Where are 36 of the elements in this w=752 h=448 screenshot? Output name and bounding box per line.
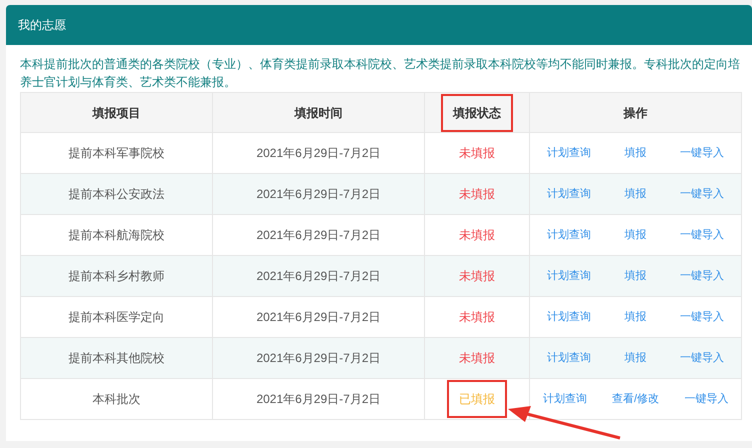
action-link[interactable]: 一键导入 [680,350,724,366]
column-header: 填报状态 [441,94,514,132]
action-link[interactable]: 一键导入 [680,144,724,162]
status-label: 未填报 [458,309,496,326]
status-label: 未填报 [458,350,496,367]
status-label: 未填报 [458,227,496,244]
column-header: 填报时间 [293,104,344,122]
action-link[interactable]: 填报 [624,308,647,326]
action-link[interactable]: 计划查询 [546,144,591,162]
action-link[interactable]: 一键导入 [680,268,724,284]
action-link[interactable]: 查看/修改 [612,390,660,408]
notice-text: 本科提前批次的普通类的各类院校（专业）、体育类提前录取本科院校、艺术类提前录取本科院校等均不能同时兼报。专科批次的定向培养士官计划与体育类、艺术类不能兼报。 [20,56,741,91]
action-link[interactable]: 计划查询 [542,390,587,408]
action-link[interactable]: 填报 [624,268,647,284]
status-label: 未填报 [458,268,496,285]
action-link[interactable]: 填报 [624,186,647,202]
status-label: 未填报 [458,186,496,203]
panel-title: 我的志愿 [18,17,66,34]
action-link[interactable]: 一键导入 [680,226,724,244]
action-link[interactable]: 计划查询 [546,268,591,284]
action-link[interactable]: 计划查询 [546,226,591,244]
action-link[interactable]: 计划查询 [546,186,591,202]
table-cell: 2021年6月29日-7月2日 [212,378,425,420]
column-header: 操作 [622,104,649,122]
action-link[interactable]: 填报 [624,144,647,162]
status-label: 已填报 [447,380,508,418]
action-link[interactable]: 一键导入 [684,390,728,408]
column-header: 填报项目 [91,104,142,122]
action-link[interactable]: 计划查询 [546,308,591,326]
action-link[interactable]: 一键导入 [680,186,724,202]
action-link[interactable]: 填报 [624,350,647,366]
action-link[interactable]: 填报 [624,226,647,244]
action-link[interactable]: 一键导入 [680,308,724,326]
table-cell: 本科批次 [20,378,212,420]
action-link[interactable]: 计划查询 [546,350,591,366]
status-label: 未填报 [458,145,496,162]
